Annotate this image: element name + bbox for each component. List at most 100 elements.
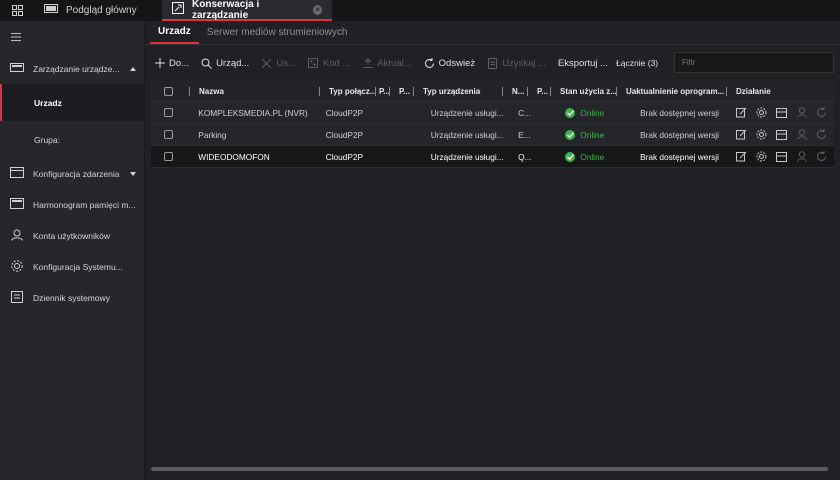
row-select-cell[interactable] — [151, 146, 188, 167]
status-text: Online — [580, 151, 605, 162]
refresh-button-label: Odswież — [438, 57, 476, 69]
device-table: Nazwa Typ połącz... P... P... Typ urządz… — [151, 81, 834, 168]
obtain-button[interactable]: Uzyskaj ... — [487, 57, 546, 69]
tab-maintenance[interactable]: Konserwacja i zarządzanie × — [162, 0, 332, 21]
refresh-button[interactable]: Odswież — [424, 57, 476, 69]
header-p1[interactable]: P... — [375, 81, 389, 101]
main-panel: Urzadz Serwer mediów strumieniowych Do..… — [145, 21, 840, 480]
row-select-cell[interactable] — [151, 124, 188, 145]
sidebar-item-label: Konta użytkowników — [33, 230, 111, 241]
close-icon — [261, 58, 272, 69]
user-icon[interactable] — [796, 107, 807, 118]
sidebar-item-system-log[interactable]: Dziennik systemowy — [0, 282, 144, 313]
subtab-streaming-server[interactable]: Serwer mediów strumieniowych — [199, 21, 356, 44]
sidebar-subitem-devices[interactable]: Urzadz — [0, 84, 144, 121]
upgrade-button-label: Aktual... — [377, 57, 412, 69]
header-n[interactable]: N... — [502, 81, 527, 101]
cell-p2 — [394, 102, 421, 123]
header-name[interactable]: Nazwa — [189, 81, 319, 101]
edit-icon[interactable] — [736, 151, 747, 162]
delete-button[interactable]: Us... — [261, 58, 296, 69]
close-tab-icon[interactable]: × — [313, 4, 322, 15]
cell-firmware: Brak dostępnej wersji — [640, 129, 719, 140]
sidebar-item-label: Dziennik systemowy — [33, 292, 110, 303]
settings-icon[interactable] — [756, 129, 767, 140]
settings-icon[interactable] — [756, 151, 767, 162]
header-usage-status[interactable]: Stan użycia z... — [550, 81, 616, 101]
header-connection-type[interactable]: Typ połącz... — [319, 81, 375, 101]
cell-n: Q... — [518, 151, 532, 162]
sidebar-subitem-group[interactable]: Grupa: — [0, 121, 144, 158]
device-management-icon — [10, 62, 24, 75]
top-tab-bar: Podgląd główny Konserwacja i zarządzanie… — [0, 0, 840, 21]
cell-p2 — [394, 146, 421, 167]
table-row[interactable]: Parking CloudP2P Urządzenie usługi... E.… — [151, 124, 834, 146]
online-check-icon — [565, 107, 576, 118]
refresh-icon[interactable] — [816, 151, 827, 162]
storage-icon[interactable] — [776, 129, 788, 140]
header-select-all[interactable] — [151, 81, 189, 101]
export-button[interactable]: Eksportuj ... — [558, 58, 608, 69]
edit-icon[interactable] — [736, 107, 747, 118]
row-checkbox[interactable] — [164, 108, 173, 117]
cell-name: Parking — [198, 129, 227, 140]
sidebar-item-device-management[interactable]: Zarządzanie urządze... — [0, 53, 144, 84]
sidebar-item-label: Harmonogram pamięci m... — [33, 199, 136, 210]
storage-schedule-icon — [10, 198, 24, 211]
user-accounts-icon — [10, 229, 24, 243]
tab-main-view[interactable]: Podgląd główny — [34, 0, 162, 21]
header-p2[interactable]: P... — [389, 81, 413, 101]
maintenance-icon — [172, 2, 184, 17]
toolbar: Do... Urząd... Us... Kod ... Aktual... O… — [145, 50, 840, 76]
cell-firmware: Brak dostępnej wersji — [640, 107, 719, 118]
edit-icon[interactable] — [736, 129, 747, 140]
row-select-cell[interactable] — [151, 102, 188, 123]
settings-icon[interactable] — [756, 107, 767, 118]
upgrade-button[interactable]: Aktual... — [362, 57, 412, 69]
refresh-icon[interactable] — [816, 107, 827, 118]
sidebar-item-event-config[interactable]: Konfiguracja zdarzenia — [0, 158, 144, 189]
row-checkbox[interactable] — [164, 152, 173, 161]
header-p3[interactable]: P... — [527, 81, 550, 101]
header-firmware-upgrade[interactable]: Uaktualnienie oprogram... — [616, 81, 726, 101]
cell-usage-status: Online — [555, 124, 620, 145]
upgrade-icon — [362, 58, 373, 69]
table-row[interactable]: KOMPLEKSMEDIA.PL (NVR) CloudP2P Urządzen… — [151, 102, 834, 124]
select-all-checkbox[interactable] — [164, 86, 173, 96]
add-button[interactable]: Do... — [154, 58, 189, 69]
subtab-devices[interactable]: Urzadz — [150, 21, 199, 44]
cell-firmware: Brak dostępnej wersji — [640, 151, 719, 162]
online-check-icon — [565, 151, 576, 162]
user-icon[interactable] — [796, 151, 807, 162]
storage-icon[interactable] — [776, 107, 788, 118]
table-row[interactable]: WIDEODOMOFON CloudP2P Urządzenie usługi.… — [151, 146, 834, 168]
app-grid-icon[interactable] — [0, 0, 34, 21]
cell-usage-status: Online — [555, 146, 620, 167]
filter-input[interactable]: Filtr — [674, 52, 834, 73]
cell-actions — [728, 124, 834, 145]
header-device-type[interactable]: Typ urządzenia — [413, 81, 502, 101]
horizontal-scrollbar[interactable] — [151, 467, 828, 471]
collapse-menu-icon[interactable] — [0, 21, 144, 53]
sidebar-item-storage-schedule[interactable]: Harmonogram pamięci m... — [0, 189, 144, 220]
system-log-icon — [10, 290, 24, 305]
row-checkbox[interactable] — [164, 130, 173, 139]
storage-icon[interactable] — [776, 151, 788, 162]
refresh-icon[interactable] — [816, 129, 827, 140]
online-device-search-button[interactable]: Urząd... — [201, 58, 249, 69]
qr-code-button[interactable]: Kod ... — [308, 58, 350, 69]
cell-n: E... — [518, 129, 531, 140]
sidebar-item-label: Zarządzanie urządze... — [33, 63, 120, 74]
user-icon[interactable] — [796, 129, 807, 140]
refresh-icon — [424, 57, 435, 69]
search-icon — [201, 58, 212, 69]
sidebar-item-label: Konfiguracja Systemu... — [33, 261, 123, 272]
cell-device-type: Urządzenie usługi... — [430, 107, 504, 118]
sidebar-item-system-config[interactable]: Konfiguracja Systemu... — [0, 251, 144, 282]
cell-connection-type: CloudP2P — [325, 129, 364, 140]
plus-icon — [154, 58, 165, 69]
add-button-label: Do... — [169, 57, 190, 69]
sidebar-item-user-accounts[interactable]: Konta użytkowników — [0, 220, 144, 251]
status-text: Online — [580, 107, 605, 118]
total-count: Łącznie (3) — [616, 58, 659, 68]
